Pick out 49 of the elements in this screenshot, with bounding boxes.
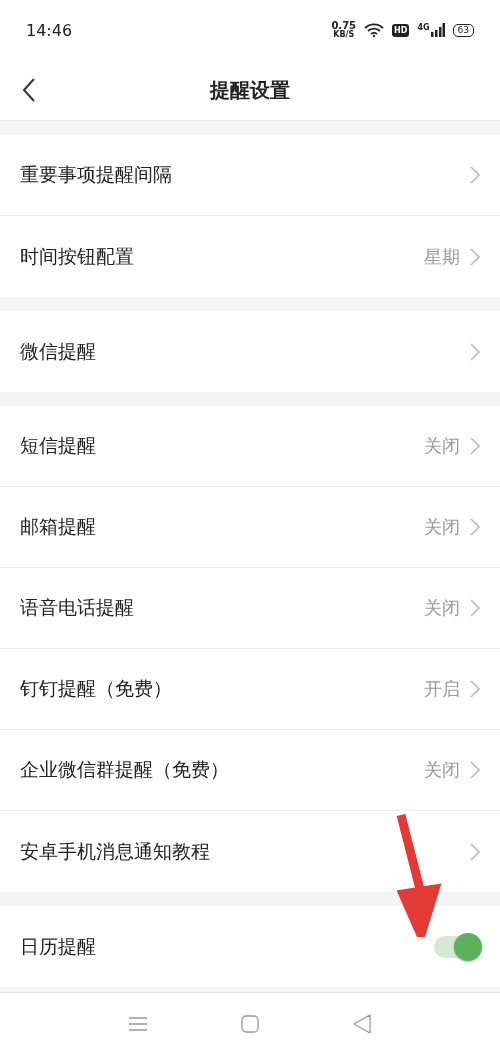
toggle-switch[interactable] [434, 935, 480, 958]
chevron-right-icon [470, 166, 480, 184]
status-time: 14:46 [26, 20, 73, 40]
chevron-right-icon [470, 247, 480, 266]
back-nav-icon[interactable] [353, 1014, 371, 1034]
row-value: 开启 [424, 677, 460, 701]
settings-row[interactable]: 微信提醒 [0, 311, 500, 392]
settings-row[interactable]: 短信提醒 关闭 [0, 406, 500, 487]
row-value: 关闭 [424, 515, 460, 539]
row-label: 企业微信群提醒（免费） [20, 757, 230, 782]
settings-row[interactable]: 时间按钮配置 星期 [0, 216, 500, 297]
settings-row[interactable]: 语音电话提醒 关闭 [0, 568, 500, 649]
chevron-right-icon [470, 518, 480, 536]
home-icon[interactable] [241, 1015, 259, 1033]
row-label: 邮箱提醒 [20, 514, 97, 539]
settings-row[interactable]: 企业微信群提醒（免费） 关闭 [0, 730, 500, 811]
chevron-right-icon [470, 342, 480, 361]
row-value: 关闭 [424, 434, 460, 458]
row-label: 日历提醒 [20, 933, 97, 959]
row-label: 短信提醒 [20, 433, 97, 458]
row-label: 微信提醒 [20, 338, 97, 364]
row-value: 关闭 [424, 596, 460, 620]
page-title: 提醒设置 [210, 76, 290, 104]
row-label: 安卓手机消息通知教程 [20, 838, 211, 864]
menu-icon[interactable] [129, 1016, 147, 1032]
row-label: 时间按钮配置 [20, 243, 135, 269]
row-value: 关闭 [424, 758, 460, 782]
back-icon[interactable] [22, 78, 36, 102]
wifi-icon [364, 23, 385, 37]
row-label: 钉钉提醒（免费） [20, 676, 173, 701]
battery-level: 63 [452, 23, 474, 37]
signal-icon [430, 23, 445, 37]
speed-unit: KB/S [333, 31, 355, 39]
network-speed: 0.75 [331, 21, 357, 31]
settings-row[interactable]: 安卓手机消息通知教程 [0, 811, 500, 892]
chevron-right-icon [470, 842, 480, 861]
settings-row[interactable]: 邮箱提醒 关闭 [0, 487, 500, 568]
settings-row[interactable]: 重要事项提醒间隔 [0, 135, 500, 216]
chevron-right-icon [470, 437, 480, 455]
chevron-right-icon [470, 761, 480, 779]
chevron-right-icon [470, 680, 480, 698]
network-type: 4G [417, 23, 430, 32]
chevron-right-icon [470, 599, 480, 617]
settings-row[interactable]: 日历提醒 [0, 906, 500, 987]
row-label: 语音电话提醒 [20, 595, 135, 620]
hd-badge: HD [392, 23, 410, 37]
settings-row[interactable]: 钉钉提醒（免费） 开启 [0, 649, 500, 730]
row-value: 星期 [424, 244, 460, 269]
row-label: 重要事项提醒间隔 [20, 162, 173, 187]
